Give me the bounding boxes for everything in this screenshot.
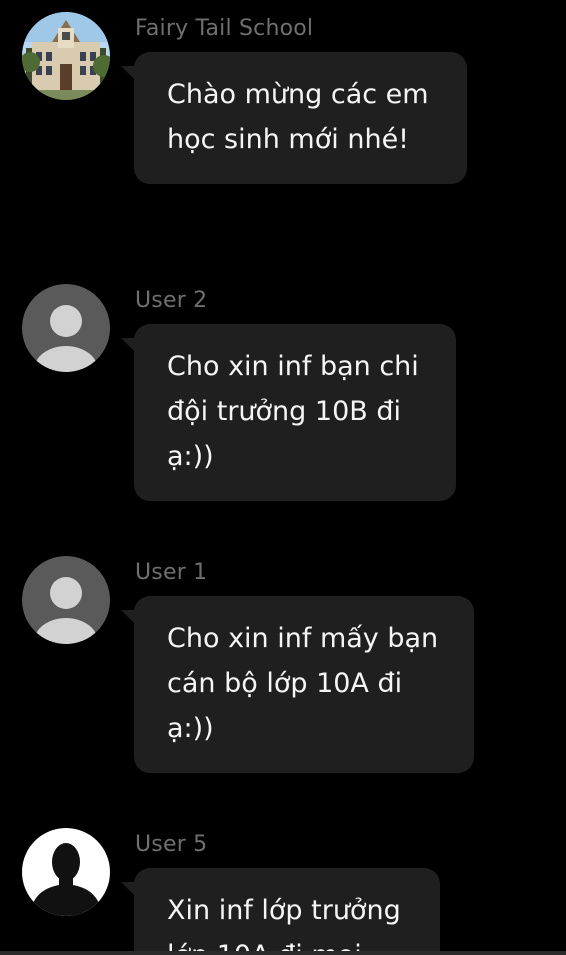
person-silhouette-icon xyxy=(22,828,110,916)
bottom-edge-bar xyxy=(0,951,566,955)
school-building-icon xyxy=(22,12,110,100)
message-bubble[interactable]: Cho xin inf mấy bạn cán bộ lớp 10A đi ạ:… xyxy=(121,596,474,773)
chat-thread[interactable]: Fairy Tail School Chào mừng các em học s… xyxy=(0,0,566,951)
default-user-avatar[interactable] xyxy=(22,284,110,372)
message-text: Chào mừng các em học sinh mới nhé! xyxy=(167,79,429,155)
message-bubble[interactable]: Xin inf lớp trưởng lớp 10A đi mọi xyxy=(121,868,440,951)
sender-name: User 1 xyxy=(135,560,208,585)
default-user-avatar[interactable] xyxy=(22,556,110,644)
message-text: Cho xin inf bạn chi đội trưởng 10B đi ạ:… xyxy=(167,351,419,472)
message-text: Xin inf lớp trưởng lớp 10A đi mọi xyxy=(167,895,401,951)
user-icon xyxy=(22,284,110,372)
sender-name: User 2 xyxy=(135,288,208,313)
school-building-avatar[interactable] xyxy=(22,12,110,100)
user-icon xyxy=(22,556,110,644)
sender-name: Fairy Tail School xyxy=(135,16,314,41)
message-bubble[interactable]: Chào mừng các em học sinh mới nhé! xyxy=(121,52,467,184)
message-text: Cho xin inf mấy bạn cán bộ lớp 10A đi ạ:… xyxy=(167,623,439,744)
message-bubble[interactable]: Cho xin inf bạn chi đội trưởng 10B đi ạ:… xyxy=(121,324,456,501)
silhouette-user-avatar[interactable] xyxy=(22,828,110,916)
sender-name: User 5 xyxy=(135,832,208,857)
